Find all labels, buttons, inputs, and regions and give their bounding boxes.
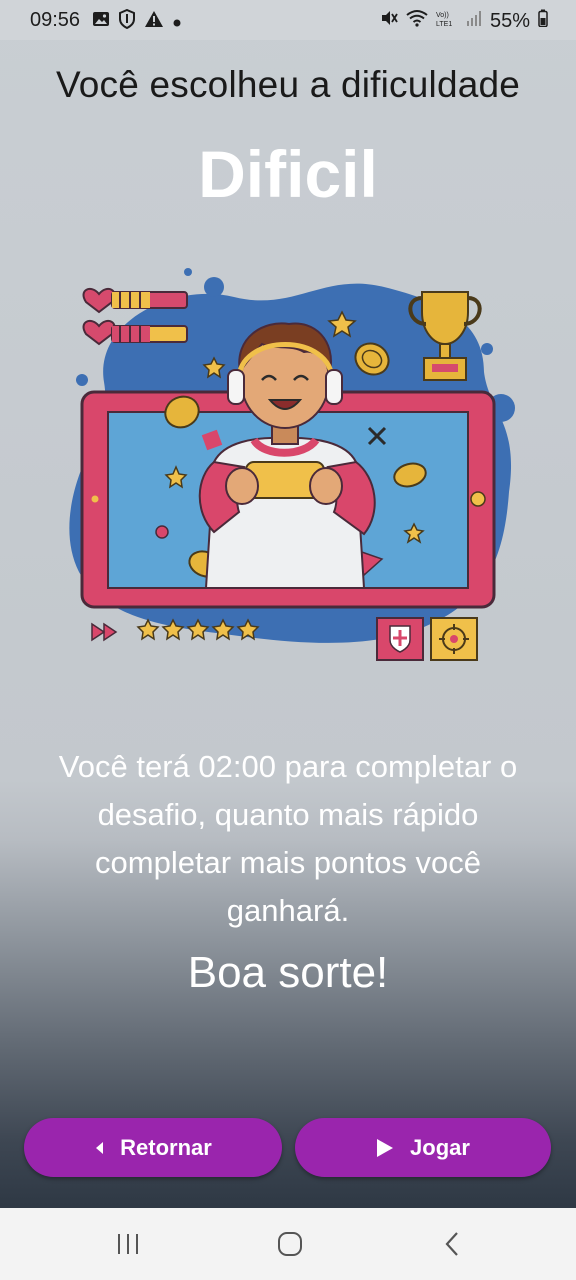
signal-icon xyxy=(466,9,482,33)
difficulty-title: Dificil xyxy=(198,137,378,211)
wifi-icon xyxy=(406,9,428,33)
play-button[interactable]: Jogar xyxy=(295,1118,551,1177)
back-button[interactable]: Retornar xyxy=(24,1118,282,1177)
dot-icon xyxy=(172,11,182,34)
back-icon[interactable] xyxy=(432,1230,472,1258)
play-icon xyxy=(376,1138,394,1158)
image-icon xyxy=(92,10,110,34)
warning-icon xyxy=(144,10,164,34)
svg-text:Vo)): Vo)) xyxy=(436,12,449,19)
good-luck-text: Boa sorte! xyxy=(187,948,389,997)
status-bar: 09:56 Vo)) LTE1 55% xyxy=(0,0,576,40)
page-heading: Você escolheu a dificuldade xyxy=(55,64,521,105)
back-button-label: Retornar xyxy=(120,1134,212,1160)
recent-apps-icon[interactable] xyxy=(108,1230,148,1258)
shield-icon xyxy=(118,8,136,35)
home-icon[interactable] xyxy=(270,1230,310,1258)
challenge-description: Você terá 02:00 para completar o desafio… xyxy=(58,749,518,928)
system-nav-bar xyxy=(0,1208,576,1280)
play-button-label: Jogar xyxy=(410,1134,470,1160)
health-bar-top xyxy=(82,287,188,314)
status-time: 09:56 xyxy=(30,9,81,31)
svg-text:LTE1: LTE1 xyxy=(436,21,452,27)
caret-left-icon xyxy=(94,1141,104,1155)
gamer-illustration xyxy=(69,268,515,661)
battery-icon xyxy=(538,9,548,33)
battery-percent: 55% xyxy=(489,9,530,32)
mute-icon xyxy=(380,9,398,33)
volte-icon: Vo)) LTE1 xyxy=(436,9,458,33)
